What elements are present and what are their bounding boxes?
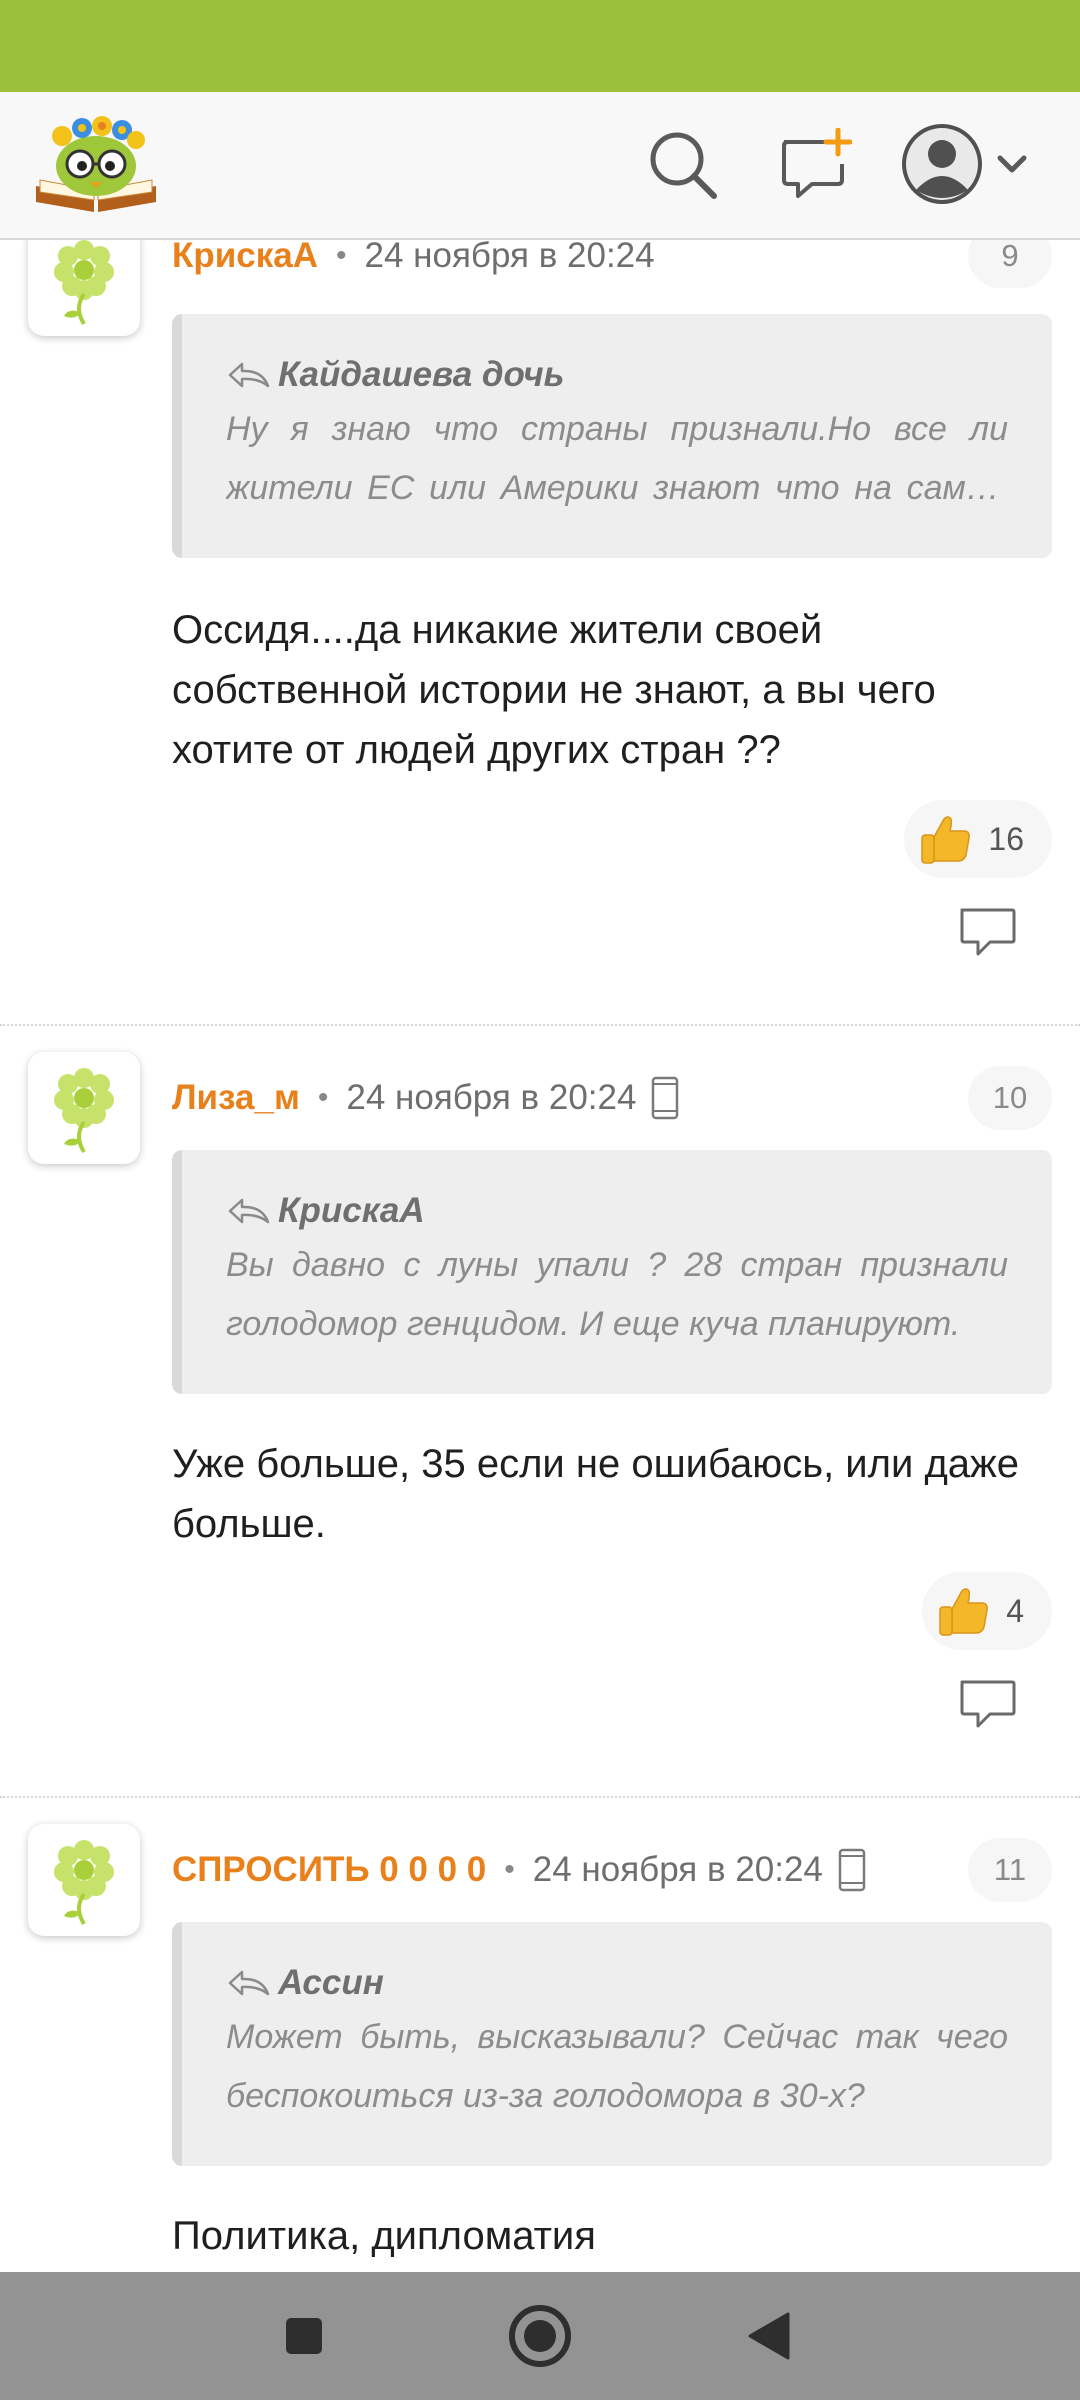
quote-author: Ассин xyxy=(278,1963,384,2002)
profile-menu-button[interactable] xyxy=(900,120,1030,210)
comment-meta: КрискаА • 24 ноября в 20:24 xyxy=(172,240,655,280)
comment-text: Оссидя....да никакие жители своей собств… xyxy=(172,608,936,772)
search-icon[interactable] xyxy=(646,128,720,202)
quote-author-row: Кайдашева дочь xyxy=(226,350,1008,400)
comment-author[interactable]: КрискаА xyxy=(172,240,318,276)
meta-separator-dot: • xyxy=(335,240,347,272)
like-button[interactable]: 4 xyxy=(922,1572,1052,1650)
quote-author-row: Ассин xyxy=(226,1958,1008,2008)
quote-author: Кайдашева дочь xyxy=(278,355,565,394)
meta-separator-dot: • xyxy=(317,1081,329,1114)
like-button[interactable]: 16 xyxy=(904,800,1052,878)
comment-text: Уже больше, 35 если не ошибаюсь, или даж… xyxy=(172,1442,1020,1546)
quote-text: Может быть, высказывали? Сейчас так чего… xyxy=(226,2018,1008,2115)
thumbs-up-icon xyxy=(939,1588,989,1636)
quoted-reply[interactable]: Ассин Может быть, высказывали? Сейчас та… xyxy=(172,1922,1052,2166)
comment-date: 24 ноября в 20:24 xyxy=(346,1078,637,1117)
comment-text: Политика, дипломатия xyxy=(172,2214,596,2258)
quote-author: КрискаА xyxy=(278,1191,425,1230)
thumbs-up-icon xyxy=(921,816,971,864)
comment-meta: Лиза_м • 24 ноября в 20:24 xyxy=(172,1074,680,1122)
recents-square-icon[interactable] xyxy=(282,2314,326,2363)
comment-number: 9 xyxy=(968,240,1052,288)
system-navigation-bar xyxy=(0,2272,1080,2400)
quote-text: Ну я знаю что страны признали.Но все ли … xyxy=(226,410,1008,507)
quoted-reply[interactable]: КрискаА Вы давно с луны упали ? 28 стран… xyxy=(172,1150,1052,1394)
quote-author-row: КрискаА xyxy=(226,1186,1008,1236)
avatar[interactable] xyxy=(28,1824,140,1936)
comment-author[interactable]: СПРОСИТЬ 0 0 0 0 xyxy=(172,1850,486,1890)
comment-separator xyxy=(0,1024,1080,1026)
new-question-icon[interactable] xyxy=(778,127,853,202)
reply-icon[interactable] xyxy=(956,904,1018,960)
comment-number: 10 xyxy=(968,1066,1052,1130)
comment-date: 24 ноября в 20:24 xyxy=(364,240,655,275)
back-triangle-icon[interactable] xyxy=(744,2310,792,2367)
reply-icon[interactable] xyxy=(956,1676,1018,1732)
comments-feed: КрискаА • 24 ноября в 20:24 9 Кайдашева … xyxy=(0,240,1080,2272)
reply-arrow-icon xyxy=(228,362,270,388)
mobile-device-icon xyxy=(652,1076,679,1120)
quote-text: Вы давно с луны упали ? 28 стран признал… xyxy=(226,1246,1008,1343)
comment-meta: СПРОСИТЬ 0 0 0 0 • 24 ноября в 20:24 xyxy=(172,1846,867,1894)
quoted-reply[interactable]: Кайдашева дочь Ну я знаю что страны приз… xyxy=(172,314,1052,558)
status-bar xyxy=(0,0,1080,92)
site-logo[interactable] xyxy=(32,108,160,220)
reply-arrow-icon xyxy=(228,1198,270,1224)
avatar[interactable] xyxy=(28,1052,140,1164)
comment-number: 11 xyxy=(968,1838,1052,1902)
home-circle-icon[interactable] xyxy=(506,2302,574,2375)
mobile-device-icon xyxy=(838,1848,866,1892)
like-count: 4 xyxy=(1006,1592,1024,1629)
comment-date: 24 ноября в 20:24 xyxy=(532,1850,823,1889)
reply-arrow-icon xyxy=(228,1970,270,1996)
like-count: 16 xyxy=(988,820,1024,857)
avatar[interactable] xyxy=(28,240,140,336)
comment-author[interactable]: Лиза_м xyxy=(172,1078,300,1118)
meta-separator-dot: • xyxy=(504,1853,515,1886)
app-header xyxy=(0,92,1080,240)
comment-separator xyxy=(0,1796,1080,1798)
